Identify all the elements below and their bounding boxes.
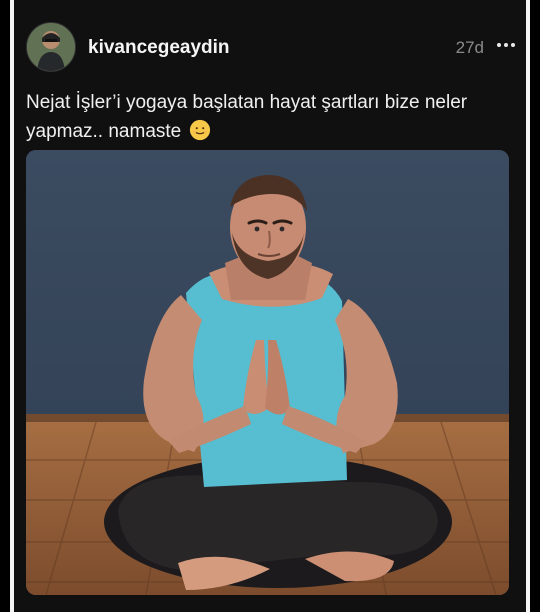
avatar[interactable] — [26, 22, 76, 72]
post-image[interactable] — [26, 150, 509, 595]
caption-text: Nejat İşler’i yogaya başlatan hayat şart… — [26, 92, 468, 142]
right-frame-border — [526, 0, 530, 612]
user-avatar-icon — [27, 23, 75, 71]
yoga-photo-icon — [26, 150, 509, 595]
post-card: kivancegeaydin 27d Nejat İşler’i yogaya … — [14, 0, 526, 612]
post-time: 27d — [455, 38, 484, 57]
username[interactable]: kivancegeaydin — [88, 37, 230, 59]
post-caption: Nejat İşler’i yogaya başlatan hayat şart… — [26, 88, 506, 146]
more-horizontal-icon — [497, 43, 501, 47]
more-button[interactable] — [492, 31, 520, 59]
smiling-face-icon — [189, 119, 210, 141]
